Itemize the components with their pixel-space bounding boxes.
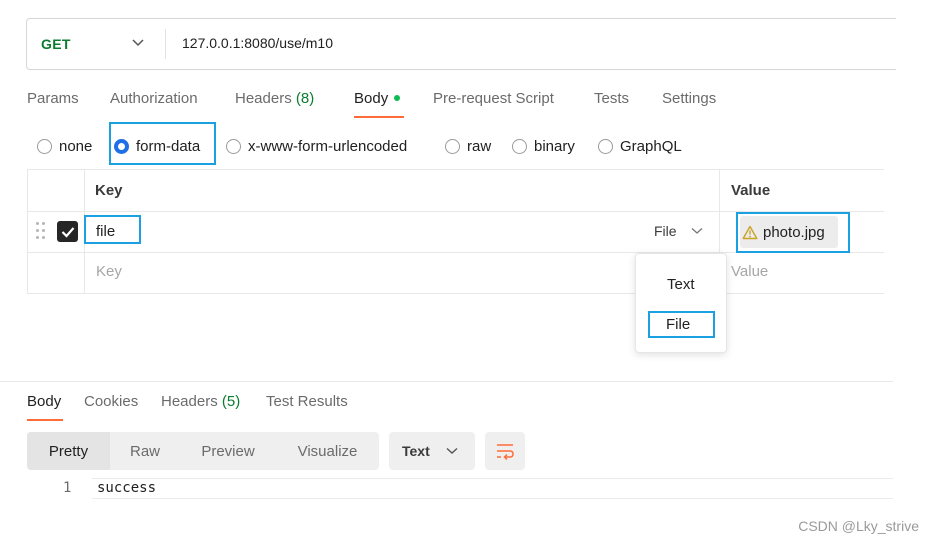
code-border: [92, 498, 893, 499]
response-tab-body[interactable]: Body: [27, 393, 61, 410]
tab-label: Settings: [662, 90, 717, 107]
tab-pre-request-script[interactable]: Pre-request Script: [433, 90, 554, 107]
checkmark-icon: [61, 226, 74, 238]
view-mode-control: Pretty Raw Preview Visualize: [27, 432, 379, 470]
tab-body[interactable]: Body: [354, 90, 401, 107]
drag-handle-icon[interactable]: [36, 222, 46, 242]
active-tab-indicator: [27, 419, 63, 421]
chevron-down-icon: [691, 228, 702, 234]
code-border: [92, 478, 893, 479]
radio-x-www-form-urlencoded[interactable]: x-www-form-urlencoded: [226, 136, 407, 156]
wrap-lines-button[interactable]: [485, 432, 525, 470]
response-body-text[interactable]: success: [97, 480, 156, 496]
tab-label: Body: [354, 90, 389, 107]
tab-headers[interactable]: Headers (8): [235, 90, 314, 107]
view-preview-button[interactable]: Preview: [180, 432, 276, 470]
type-dropdown: Text File: [635, 253, 727, 353]
highlight-box: [648, 311, 715, 338]
radio-selected-icon: [114, 138, 129, 154]
tab-count: (8): [295, 90, 315, 107]
tab-params[interactable]: Params: [27, 90, 79, 107]
url-input[interactable]: 127.0.0.1:8080/use/m10: [182, 35, 333, 51]
tab-settings[interactable]: Settings: [662, 90, 716, 107]
radio-label: raw: [467, 137, 492, 155]
highlight-box: [736, 212, 850, 253]
response-tab-cookies[interactable]: Cookies: [84, 393, 138, 410]
radio-raw[interactable]: raw: [445, 136, 491, 156]
view-visualize-button[interactable]: Visualize: [276, 432, 379, 470]
view-raw-button[interactable]: Raw: [110, 432, 180, 470]
radio-label: form-data: [136, 137, 201, 155]
radio-circle-icon: [226, 138, 241, 154]
radio-label: none: [59, 137, 93, 155]
type-select-label: File: [654, 223, 677, 239]
tab-label: Tests: [594, 90, 630, 107]
active-tab-indicator: [354, 116, 404, 118]
radio-form-data[interactable]: form-data: [114, 136, 200, 156]
dropdown-option-text[interactable]: Text: [667, 276, 695, 293]
format-select[interactable]: Text: [389, 432, 475, 470]
radio-circle-icon: [445, 138, 460, 154]
table-border: [27, 169, 884, 170]
tab-authorization[interactable]: Authorization: [110, 90, 198, 107]
radio-label: GraphQL: [620, 137, 682, 155]
key-placeholder[interactable]: Key: [96, 263, 122, 280]
url-divider: [165, 29, 166, 59]
radio-none[interactable]: none: [37, 136, 92, 156]
tab-label: Params: [27, 90, 79, 107]
tab-label: Authorization: [110, 90, 198, 107]
wrap-lines-icon: [497, 444, 514, 460]
tab-count: (5): [221, 393, 241, 410]
response-tab-test-results[interactable]: Test Results: [266, 393, 348, 410]
line-number: 1: [63, 480, 72, 496]
modified-dot-icon: [394, 95, 401, 102]
watermark: CSDN @Lky_strive: [798, 518, 919, 534]
response-tab-headers[interactable]: Headers (5): [161, 393, 240, 410]
radio-circle-icon: [598, 138, 613, 154]
chevron-down-icon: [446, 447, 458, 454]
radio-circle-icon: [512, 138, 527, 154]
column-header-value: Value: [731, 182, 771, 199]
row-checkbox[interactable]: [57, 221, 78, 242]
format-label: Text: [402, 443, 430, 459]
view-pretty-button[interactable]: Pretty: [27, 432, 110, 470]
tab-label: Headers: [161, 393, 218, 410]
key-input[interactable]: file: [96, 223, 115, 240]
radio-circle-icon: [37, 138, 52, 154]
url-bar: GET 127.0.0.1:8080/use/m10: [26, 18, 896, 70]
radio-binary[interactable]: binary: [512, 136, 575, 156]
method-select[interactable]: GET: [41, 36, 71, 52]
chevron-down-icon[interactable]: [131, 38, 145, 48]
value-placeholder[interactable]: Value: [731, 263, 768, 280]
radio-label: x-www-form-urlencoded: [248, 137, 408, 155]
tab-tests[interactable]: Tests: [594, 90, 629, 107]
column-header-key: Key: [95, 182, 123, 199]
tab-label: Headers: [235, 90, 292, 107]
table-border: [27, 169, 28, 294]
type-select[interactable]: File: [654, 223, 703, 239]
table-border: [27, 293, 884, 294]
tab-label: Pre-request Script: [433, 90, 554, 107]
radio-label: binary: [534, 137, 575, 155]
pane-divider: [0, 381, 893, 382]
radio-graphql[interactable]: GraphQL: [598, 136, 682, 156]
